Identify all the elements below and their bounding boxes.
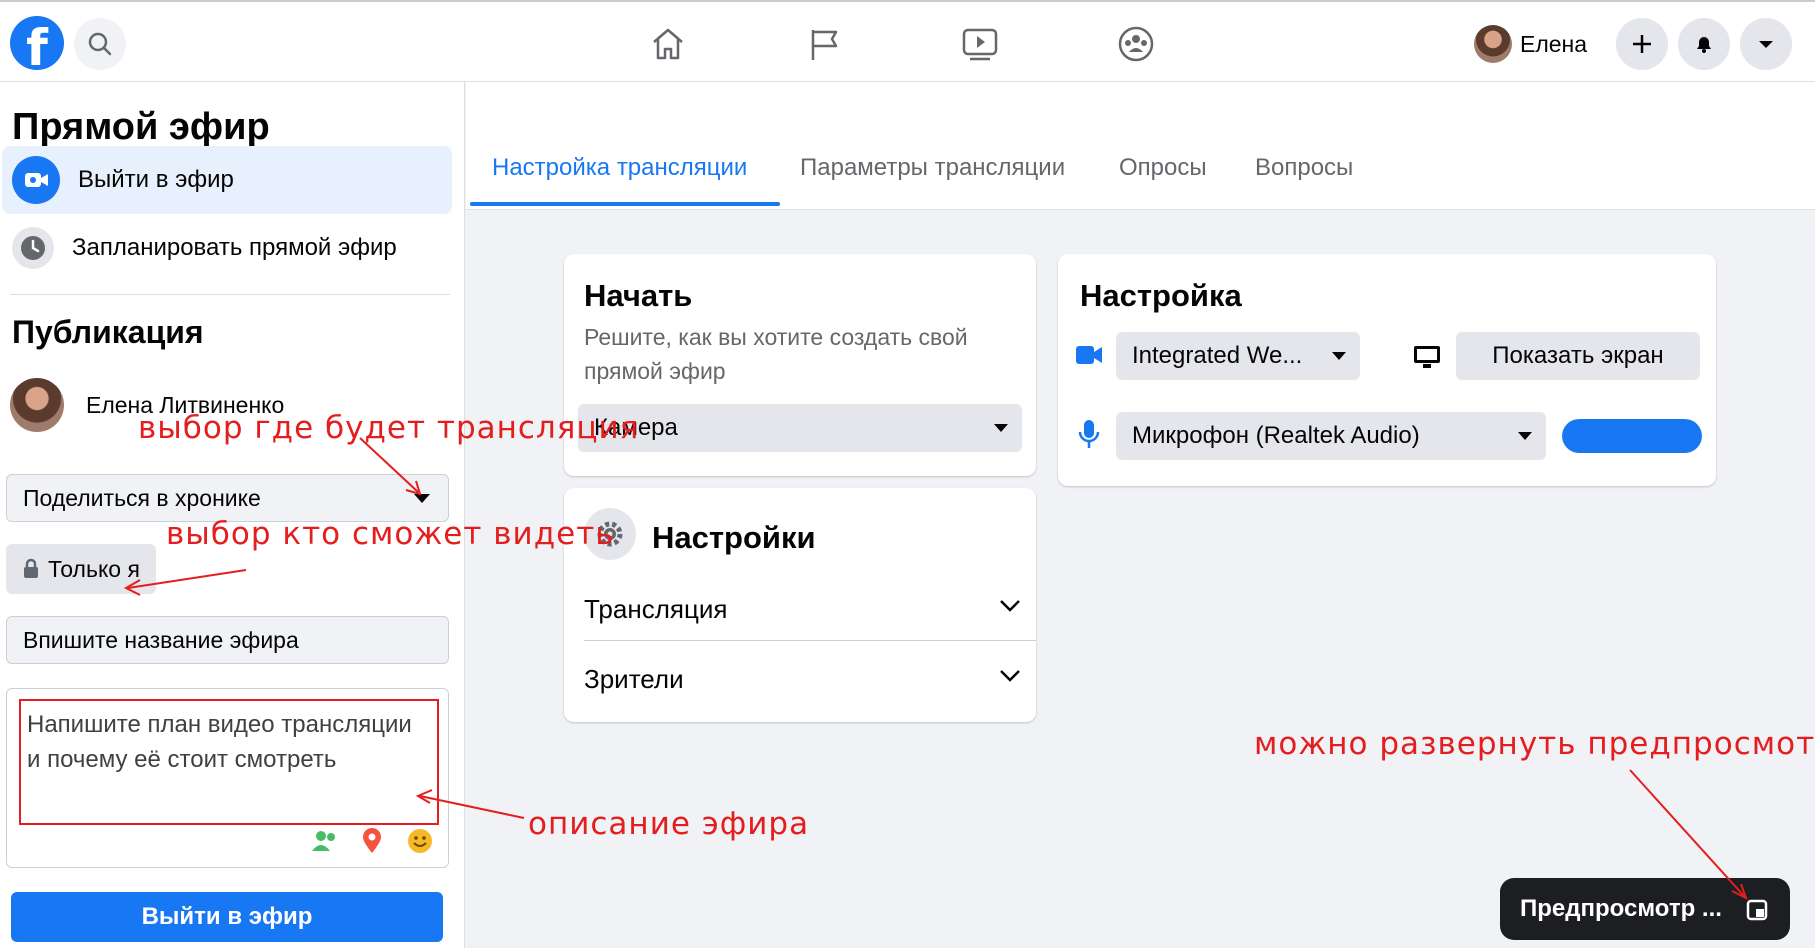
annotation-description: описание эфира (528, 806, 810, 842)
search-button[interactable] (74, 18, 126, 70)
sidebar-item-label: Выйти в эфир (78, 166, 234, 193)
notifications-button[interactable] (1678, 18, 1730, 70)
live-camera-icon (12, 156, 60, 204)
settings-card-title: Настройки (652, 520, 816, 555)
avatar (1474, 25, 1512, 63)
start-card-title: Начать (584, 278, 693, 313)
stream-title-input[interactable]: Впишите название эфира (6, 616, 449, 664)
divider (10, 294, 450, 295)
avatar (10, 378, 64, 432)
top-navigation-bar: f Елена (0, 0, 1815, 82)
annotation-who: выбор кто сможет видеть (166, 516, 615, 552)
active-tab-indicator (470, 202, 780, 206)
setup-card: Настройка Integrated We... Показать экра… (1058, 254, 1716, 486)
sidebar-item-label: Запланировать прямой эфир (72, 234, 397, 261)
stream-source-select[interactable]: Камера (578, 404, 1022, 452)
profile-name: Елена (1520, 30, 1588, 57)
start-card-subtitle: Решите, как вы хотите создать свой прямо… (584, 324, 968, 384)
annotation-preview: можно развернуть предпросмотр (1254, 726, 1815, 762)
location-pin-icon[interactable] (358, 827, 386, 855)
divider (584, 640, 1036, 641)
flag-icon (811, 30, 838, 60)
settings-row-stream[interactable]: Трансляция (584, 574, 1036, 644)
caret-down-icon (994, 424, 1008, 432)
tag-people-icon[interactable] (310, 827, 338, 855)
settings-row-label: Трансляция (584, 593, 728, 624)
sidebar-item-schedule[interactable]: Запланировать прямой эфир (2, 214, 452, 282)
stream-title-placeholder: Впишите название эфира (23, 626, 299, 653)
create-button[interactable] (1616, 18, 1668, 70)
camera-value: Integrated We... (1132, 342, 1303, 369)
tab-bar: Настройка трансляции Параметры трансляци… (466, 82, 1815, 210)
nav-pages[interactable] (796, 20, 852, 68)
account-menu-button[interactable] (1740, 18, 1792, 70)
mic-level-track (1562, 419, 1702, 453)
nav-watch[interactable] (952, 20, 1008, 68)
chevron-down-icon (1000, 670, 1020, 682)
tab-questions[interactable]: Вопросы (1255, 154, 1353, 182)
share-target-select[interactable]: Поделиться в хронике (6, 474, 449, 522)
chevron-down-icon (1759, 41, 1773, 48)
groups-icon (1118, 26, 1154, 62)
annotation-where: выбор где будет трансляция (138, 410, 640, 446)
settings-row-viewers[interactable]: Зрители (584, 644, 1036, 714)
plus-icon (1633, 35, 1651, 53)
privacy-button[interactable]: Только я (6, 544, 156, 594)
bell-icon (1697, 37, 1711, 53)
page-title: Прямой эфир (12, 106, 270, 148)
nav-groups[interactable] (1108, 20, 1164, 68)
publication-title: Публикация (12, 314, 204, 350)
lock-icon (24, 558, 38, 578)
microphone-icon (1078, 420, 1100, 448)
go-live-button[interactable]: Выйти в эфир (11, 892, 443, 942)
facebook-logo[interactable]: f (10, 16, 64, 70)
emoji-icon[interactable] (406, 827, 434, 855)
share-screen-button[interactable]: Показать экран (1456, 332, 1700, 380)
live-sidebar: Прямой эфир Выйти в эфир Запланировать п… (0, 82, 465, 948)
profile-button[interactable]: Елена (1474, 22, 1587, 66)
preview-panel[interactable]: Предпросмотр ... (1500, 878, 1790, 940)
video-play-icon (962, 28, 998, 61)
caret-down-icon (1518, 432, 1532, 440)
microphone-value: Микрофон (Realtek Audio) (1132, 422, 1420, 449)
tab-polls[interactable]: Опросы (1119, 154, 1207, 182)
share-target-value: Поделиться в хронике (23, 484, 261, 511)
nav-home[interactable] (640, 20, 696, 68)
monitor-icon (1414, 346, 1440, 368)
mic-level-meter (1562, 419, 1702, 453)
expand-preview-icon[interactable] (1746, 899, 1768, 921)
privacy-value: Только я (48, 555, 140, 582)
preview-label: Предпросмотр ... (1520, 895, 1722, 922)
tab-stream-setup[interactable]: Настройка трансляции (492, 154, 747, 182)
caret-down-icon (1332, 352, 1346, 360)
camera-select[interactable]: Integrated We... (1116, 332, 1360, 380)
settings-row-label: Зрители (584, 663, 684, 694)
description-tools (310, 827, 434, 855)
tab-stream-options[interactable]: Параметры трансляции (800, 154, 1065, 182)
caret-down-icon (414, 494, 430, 503)
description-textarea[interactable]: Напишите план видео трансляции и почему … (6, 688, 449, 868)
microphone-select[interactable]: Микрофон (Realtek Audio) (1116, 412, 1546, 460)
clock-icon (12, 227, 54, 269)
setup-card-title: Настройка (1080, 278, 1242, 313)
search-icon (88, 32, 112, 56)
chevron-down-icon (1000, 600, 1020, 612)
description-text: Напишите план видео трансляции и почему … (27, 711, 412, 773)
home-icon (653, 28, 683, 60)
sidebar-item-go-live[interactable]: Выйти в эфир (2, 146, 452, 214)
video-camera-icon (1076, 346, 1102, 364)
settings-card: Настройки Трансляция Зрители (564, 488, 1036, 722)
